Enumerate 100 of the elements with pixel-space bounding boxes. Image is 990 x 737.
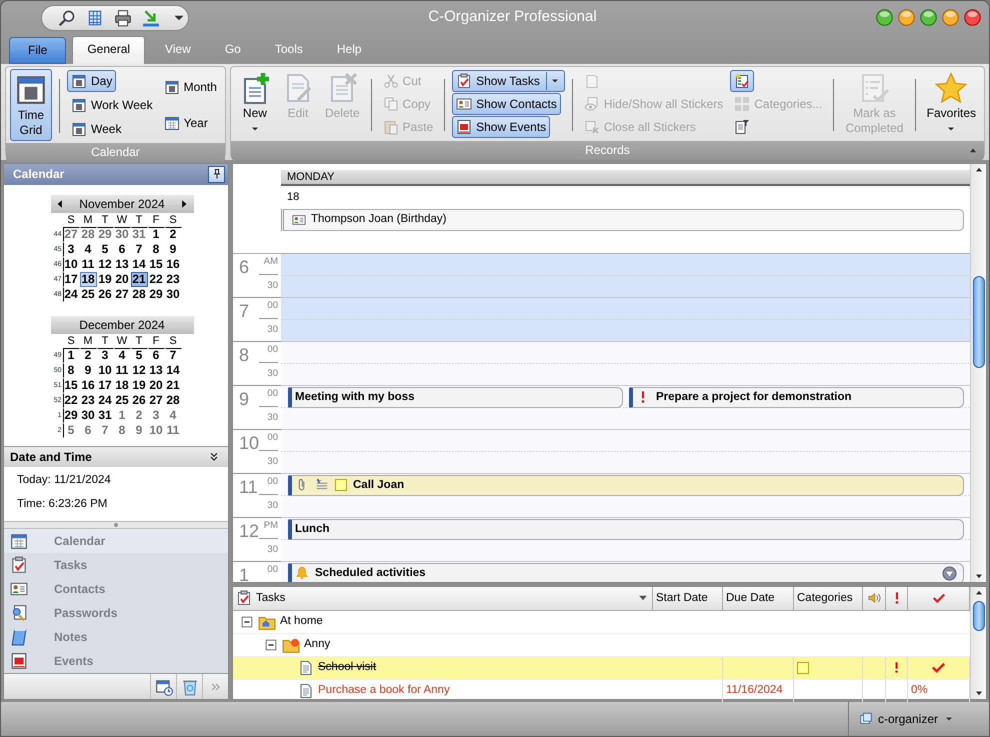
recycle-bin-icon[interactable] — [180, 678, 198, 696]
calendar-day[interactable]: 6 — [80, 422, 96, 438]
calendar-day[interactable]: 7 — [130, 242, 148, 257]
calendar-day[interactable]: 2 — [130, 408, 148, 423]
ribbon-button[interactable]: Day — [67, 70, 116, 92]
calendar-day[interactable]: 11 — [80, 256, 96, 272]
file-menu-button[interactable]: File — [9, 37, 66, 64]
calendar-day[interactable]: 14 — [130, 256, 148, 272]
calendar-day[interactable]: 1 — [148, 226, 164, 242]
column-header[interactable]: Categories — [794, 587, 862, 610]
calendar-day[interactable]: 2 — [80, 348, 96, 363]
calendar-day[interactable]: 21 — [130, 272, 148, 287]
calendar-event[interactable]: Lunch — [288, 519, 964, 540]
ribbon-button[interactable]: Show Tasks — [452, 70, 565, 92]
calendar-day[interactable]: 5 — [130, 348, 148, 363]
calendar-day[interactable]: 28 — [80, 226, 96, 242]
calendar-event[interactable]: Meeting with my boss — [288, 387, 623, 408]
window-button[interactable] — [942, 9, 959, 26]
calendar-day[interactable]: 31 — [130, 226, 148, 242]
calendar-day[interactable]: 3 — [62, 242, 80, 257]
calendar-day[interactable]: 11 — [114, 362, 130, 378]
calendar-day[interactable]: 4 — [164, 408, 182, 423]
calendar-day[interactable]: 22 — [62, 392, 80, 408]
collapse-icon[interactable] — [264, 638, 278, 652]
calendar-day[interactable]: 9 — [130, 422, 148, 438]
calendar-day[interactable]: 29 — [62, 408, 80, 423]
print-icon[interactable] — [114, 8, 132, 26]
calendar-day[interactable]: 20 — [114, 272, 130, 287]
scrollbar-thumb[interactable] — [972, 276, 984, 368]
search-icon[interactable] — [58, 8, 76, 26]
calendar-day[interactable]: 14 — [164, 362, 182, 378]
calendar-day[interactable]: 2 — [164, 226, 182, 242]
calendar-day[interactable]: 6 — [148, 348, 164, 363]
pin-button[interactable] — [208, 166, 225, 183]
calendar-day[interactable]: 16 — [80, 378, 96, 393]
calendar-day[interactable]: 5 — [96, 242, 114, 257]
scrollbar[interactable] — [970, 164, 986, 582]
window-button[interactable] — [898, 9, 915, 26]
column-header[interactable] — [862, 587, 886, 610]
calendar-day[interactable]: 25 — [114, 392, 130, 408]
collapse-icon[interactable] — [208, 450, 220, 463]
calendar-day[interactable]: 4 — [80, 242, 96, 257]
calendar-day[interactable]: 20 — [148, 378, 164, 393]
calendar-day[interactable]: 13 — [114, 256, 130, 272]
calendar-day[interactable]: 28 — [130, 286, 148, 302]
calendar-day[interactable]: 18 — [80, 272, 96, 287]
calendar-day[interactable]: 1 — [62, 348, 80, 363]
calendar-day[interactable]: 16 — [164, 256, 182, 272]
task-title[interactable]: Purchase a book for Anny — [318, 682, 450, 700]
ribbon-button[interactable]: Week — [67, 118, 126, 140]
ribbon-button[interactable]: Show Contacts — [452, 92, 561, 115]
calendar-day[interactable]: 19 — [130, 378, 148, 393]
calendar-event[interactable]: Scheduled activities — [288, 563, 964, 582]
ribbon-button[interactable]: Show Events — [452, 116, 550, 138]
all-day-event[interactable]: Thompson Joan (Birthday) — [281, 208, 964, 230]
calendar-day[interactable]: 8 — [148, 242, 164, 257]
calendar-day[interactable]: 21 — [164, 378, 182, 393]
ribbon-button[interactable]: Year — [160, 112, 212, 134]
calendar-day[interactable]: 7 — [164, 348, 182, 363]
calendar-day[interactable]: 29 — [148, 286, 164, 302]
calendar-day[interactable]: 23 — [80, 392, 96, 408]
window-button[interactable] — [920, 9, 937, 26]
calendar-day[interactable]: 6 — [114, 242, 130, 257]
calendar-day[interactable]: 13 — [148, 362, 164, 378]
calendar-day[interactable]: 23 — [164, 272, 182, 287]
ribbon-button[interactable]: Work Week — [67, 94, 157, 116]
calendar-day[interactable]: 28 — [164, 392, 182, 408]
ribbon-button[interactable]: Favorites — [922, 69, 980, 139]
database-selector[interactable]: c-organizer — [848, 702, 965, 736]
window-button[interactable] — [876, 9, 893, 26]
scrollbar[interactable] — [970, 587, 986, 699]
calendar-day[interactable]: 7 — [96, 422, 114, 438]
calendar-day[interactable]: 9 — [164, 242, 182, 257]
import-icon[interactable] — [142, 8, 160, 26]
calendar-day[interactable]: 26 — [130, 392, 148, 408]
folder-title[interactable]: Anny — [304, 636, 330, 654]
folder-title[interactable]: At home — [280, 612, 323, 630]
expand-icon[interactable] — [942, 566, 957, 581]
collapse-icon[interactable] — [240, 614, 254, 628]
calendar-day[interactable]: 8 — [62, 362, 80, 378]
calendar-day[interactable]: 30 — [164, 286, 182, 302]
calendar-day[interactable]: 10 — [96, 362, 114, 378]
calendar-day[interactable]: 31 — [96, 408, 114, 423]
column-header[interactable] — [908, 587, 970, 610]
calendar-day[interactable]: 12 — [130, 362, 148, 378]
calendar-day[interactable]: 10 — [148, 422, 164, 438]
calendar-day[interactable]: 5 — [62, 422, 80, 438]
calendar-day[interactable]: 1 — [114, 408, 130, 423]
column-header[interactable]: Due Date — [722, 587, 794, 610]
calendar-day[interactable]: 29 — [96, 226, 114, 242]
calendar-day[interactable]: 8 — [114, 422, 130, 438]
calendar-day[interactable]: 30 — [80, 408, 96, 423]
calendar-day[interactable]: 27 — [148, 392, 164, 408]
ribbon-tab[interactable]: General — [72, 36, 146, 64]
column-header[interactable] — [886, 587, 908, 610]
calendar-event[interactable]: Prepare a project for demonstration — [629, 387, 964, 408]
calendar-day[interactable]: 11 — [164, 422, 182, 438]
calendar-day[interactable]: 10 — [62, 256, 80, 272]
scrollbar-thumb[interactable] — [972, 601, 984, 631]
calendar-day[interactable]: 18 — [114, 378, 130, 393]
